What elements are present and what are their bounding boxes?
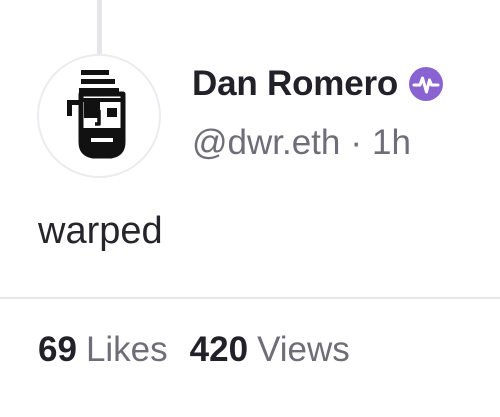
likes-label: Likes [85,330,168,369]
author-avatar[interactable] [37,54,161,178]
author-row: Dan Romero [192,62,444,106]
views-stat[interactable]: 420 Views [190,330,350,370]
cast-timestamp[interactable]: 1h [372,123,411,163]
thread-connector-line [97,0,102,58]
likes-stat[interactable]: 69 Likes [38,330,168,370]
meta-separator: · [350,123,363,162]
author-handle[interactable]: @dwr.eth [192,123,340,163]
cast-stats-row: 69 Likes 420 Views [38,326,350,374]
likes-count: 69 [38,330,77,369]
pirate-avatar-icon [67,70,126,159]
author-display-name[interactable]: Dan Romero [192,64,398,104]
verified-badge-icon [408,66,444,102]
views-label: Views [257,330,350,369]
author-meta-row: @dwr.eth · 1h [192,120,411,166]
views-count: 420 [189,330,249,369]
stats-divider [0,297,500,299]
cast-body-text: warped [38,210,163,252]
